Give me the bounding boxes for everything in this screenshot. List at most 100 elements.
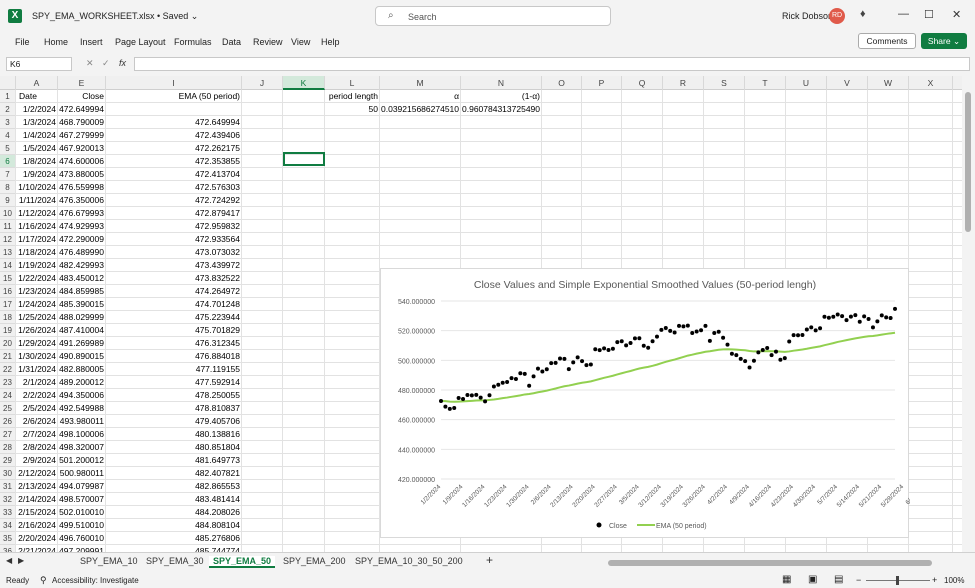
cell[interactable]: 1/19/2024 [16, 259, 56, 272]
cell[interactable]: 472.353855 [106, 155, 240, 168]
row-header[interactable]: 20 [0, 337, 16, 350]
row-header[interactable]: 34 [0, 519, 16, 532]
worksheet-grid[interactable]: A E I J K L M N O P Q R S T U V W X 1234… [0, 76, 962, 552]
column-header[interactable]: M [380, 76, 461, 90]
cell[interactable]: 498.570007 [58, 493, 104, 506]
cell[interactable]: 2/12/2024 [16, 467, 56, 480]
cell[interactable]: 1/23/2024 [16, 285, 56, 298]
cell[interactable]: 2/7/2024 [16, 428, 56, 441]
cell[interactable]: 496.760010 [58, 532, 104, 545]
cell[interactable]: 476.312345 [106, 337, 240, 350]
cell[interactable]: 502.010010 [58, 506, 104, 519]
cell[interactable]: 478.250055 [106, 389, 240, 402]
column-header[interactable]: S [704, 76, 745, 90]
zoom-level[interactable]: 100% [944, 576, 964, 585]
cell[interactable]: 485.390015 [58, 298, 104, 311]
cell[interactable]: 472.413704 [106, 168, 240, 181]
column-header[interactable]: L [325, 76, 380, 90]
cell[interactable]: 476.350006 [58, 194, 104, 207]
cell[interactable]: 476.679993 [58, 207, 104, 220]
cell[interactable]: 2/13/2024 [16, 480, 56, 493]
row-header[interactable]: 30 [0, 467, 16, 480]
row-header[interactable]: 19 [0, 324, 16, 337]
minimize-icon[interactable]: — [898, 8, 909, 20]
row-header[interactable]: 31 [0, 480, 16, 493]
column-header[interactable]: R [663, 76, 704, 90]
row-header[interactable]: 1 [0, 90, 16, 103]
menu-home[interactable]: Home [44, 37, 68, 47]
menu-formulas[interactable]: Formulas [174, 37, 212, 47]
cell[interactable]: 1/17/2024 [16, 233, 56, 246]
cell[interactable] [106, 103, 240, 116]
cell[interactable]: 485.276806 [106, 532, 240, 545]
row-header[interactable]: 9 [0, 194, 16, 207]
menu-help[interactable]: Help [321, 37, 340, 47]
column-header[interactable]: X [909, 76, 953, 90]
cell[interactable]: 1/26/2024 [16, 324, 56, 337]
horizontal-scroll-thumb[interactable] [608, 560, 932, 566]
row-header[interactable]: 13 [0, 246, 16, 259]
row-header[interactable]: 5 [0, 142, 16, 155]
row-header[interactable]: 32 [0, 493, 16, 506]
row-header[interactable]: 10 [0, 207, 16, 220]
tab-spy-ema-50[interactable]: SPY_EMA_50 [209, 556, 276, 568]
cell[interactable]: 474.600006 [58, 155, 104, 168]
cell[interactable]: 1/11/2024 [16, 194, 56, 207]
cell[interactable]: 475.223944 [106, 311, 240, 324]
cell[interactable]: 475.701829 [106, 324, 240, 337]
ema-chart[interactable]: Close Values and Simple Exponential Smoo… [380, 268, 910, 538]
cell[interactable]: 484.859985 [58, 285, 104, 298]
row-header[interactable]: 18 [0, 311, 16, 324]
row-header[interactable]: 15 [0, 272, 16, 285]
cell[interactable]: 2/1/2024 [16, 376, 56, 389]
user-name[interactable]: Rick Dobson [782, 11, 833, 21]
cell[interactable]: 467.920013 [58, 142, 104, 155]
column-header[interactable]: T [745, 76, 786, 90]
cell[interactable]: 472.959832 [106, 220, 240, 233]
insert-function-icon[interactable]: fx [119, 58, 126, 68]
cell[interactable]: 2/21/2024 [16, 545, 56, 552]
cell[interactable]: 489.200012 [58, 376, 104, 389]
cell[interactable]: 482.429993 [58, 259, 104, 272]
cell[interactable]: 492.549988 [58, 402, 104, 415]
row-header[interactable]: 21 [0, 350, 16, 363]
menu-insert[interactable]: Insert [80, 37, 103, 47]
menu-review[interactable]: Review [253, 37, 283, 47]
cell[interactable]: 484.208026 [106, 506, 240, 519]
column-header[interactable]: Q [622, 76, 663, 90]
row-header[interactable]: 8 [0, 181, 16, 194]
cell[interactable]: 476.884018 [106, 350, 240, 363]
cell[interactable]: 2/9/2024 [16, 454, 56, 467]
enter-icon[interactable]: ✓ [102, 58, 110, 69]
row-header[interactable]: 35 [0, 532, 16, 545]
tab-scroll-right-icon[interactable]: ▶ [18, 556, 24, 565]
column-header[interactable]: U [786, 76, 827, 90]
menu-page-layout[interactable]: Page Layout [115, 37, 166, 47]
select-all-corner[interactable] [0, 76, 16, 90]
close-icon[interactable]: ✕ [952, 8, 961, 21]
column-header[interactable]: N [461, 76, 542, 90]
cell[interactable]: 498.320007 [58, 441, 104, 454]
cell[interactable]: 1/25/2024 [16, 311, 56, 324]
cell[interactable]: 476.489990 [58, 246, 104, 259]
row-header[interactable]: 27 [0, 428, 16, 441]
cell[interactable]: 483.481414 [106, 493, 240, 506]
cell[interactable]: 478.810837 [106, 402, 240, 415]
search-box[interactable]: ⌕ Search [375, 6, 611, 26]
tab-spy-ema-200[interactable]: SPY_EMA_200 [283, 556, 346, 566]
page-layout-view-icon[interactable]: ▣ [808, 574, 817, 585]
cell[interactable]: (1-α) [461, 90, 540, 103]
row-header[interactable]: 14 [0, 259, 16, 272]
row-header[interactable]: 29 [0, 454, 16, 467]
row-header[interactable]: 17 [0, 298, 16, 311]
page-break-view-icon[interactable]: ▤ [834, 574, 843, 585]
menu-view[interactable]: View [291, 37, 310, 47]
row-header[interactable]: 26 [0, 415, 16, 428]
cell[interactable]: 472.649994 [106, 116, 240, 129]
cell[interactable]: 1/29/2024 [16, 337, 56, 350]
row-header[interactable]: 4 [0, 129, 16, 142]
maximize-icon[interactable]: ☐ [924, 8, 934, 21]
zoom-in-icon[interactable]: + [932, 575, 937, 585]
tab-spy-ema-30[interactable]: SPY_EMA_30 [146, 556, 204, 566]
row-header[interactable]: 23 [0, 376, 16, 389]
